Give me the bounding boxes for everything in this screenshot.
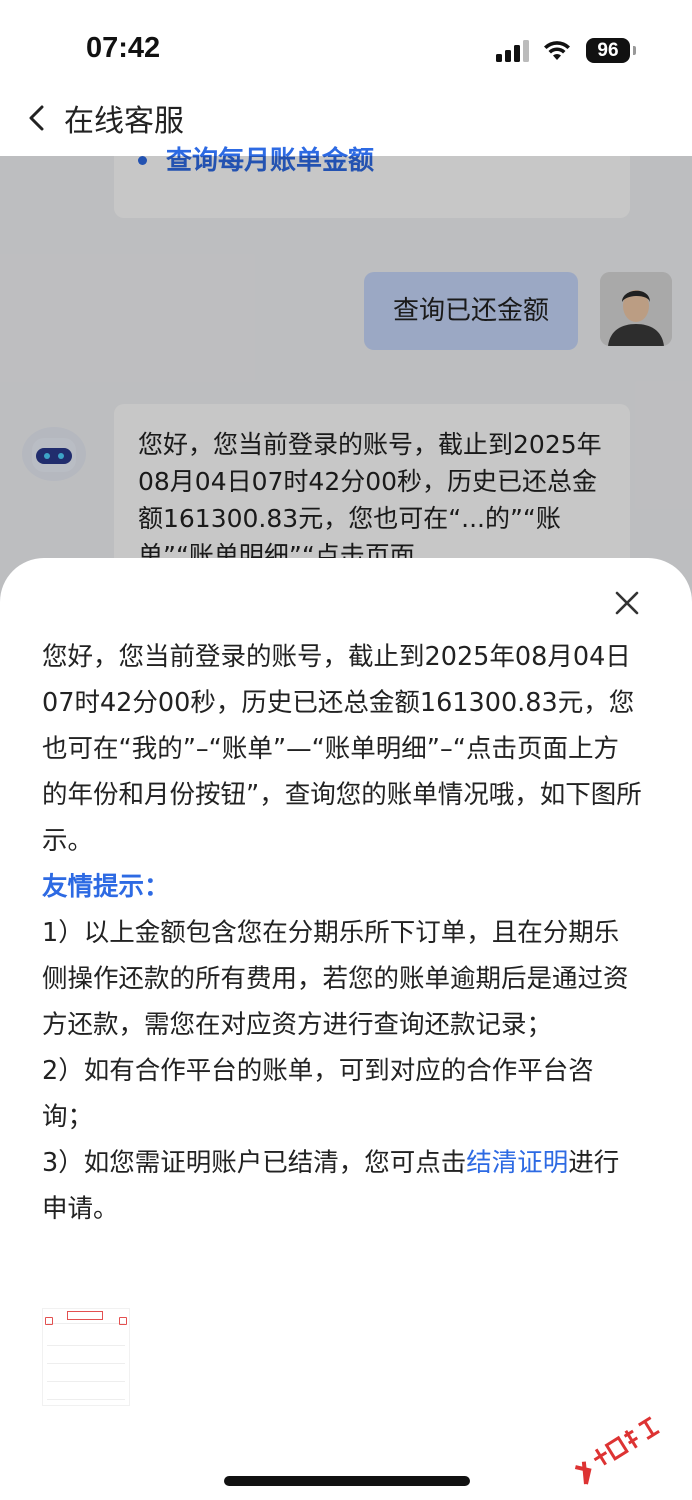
thumbnail-date-box	[67, 1311, 103, 1320]
signal-icon	[496, 40, 529, 62]
tip-item-3: 3）如您需证明账户已结清，您可点击结清证明进行申请。	[42, 1140, 642, 1232]
sheet-content: 您好，您当前登录的账号，截止到2025年08月04日07时42分00秒，历史已还…	[42, 634, 642, 1232]
wifi-icon	[544, 41, 570, 60]
tip-title: 友情提示：	[42, 872, 170, 902]
bill-screenshot-thumbnail[interactable]	[42, 1308, 130, 1406]
status-bar: 07:42 96	[0, 0, 692, 100]
status-time: 07:42	[86, 32, 161, 64]
page-title: 在线客服	[64, 104, 184, 139]
back-arrow-icon[interactable]	[26, 104, 48, 132]
tip-item-2: 2）如有合作平台的账单，可到对应的合作平台咨询；	[42, 1056, 594, 1132]
message-detail-sheet: 您好，您当前登录的账号，截止到2025年08月04日07时42分00秒，历史已还…	[0, 558, 692, 1500]
close-icon[interactable]	[612, 588, 642, 618]
battery-icon: 96	[586, 38, 636, 63]
tip-item-3-prefix: 3）如您需证明账户已结清，您可点击	[42, 1148, 467, 1178]
watermark-logo	[574, 1416, 660, 1485]
tip-item-1: 1）以上金额包含您在分期乐所下订单，且在分期乐侧操作还款的所有费用，若您的账单逾…	[42, 918, 629, 1040]
settlement-certificate-link[interactable]: 结清证明	[466, 1148, 568, 1178]
sheet-intro-text: 您好，您当前登录的账号，截止到2025年08月04日07时42分00秒，历史已还…	[42, 642, 642, 856]
home-indicator[interactable]	[224, 1476, 470, 1486]
